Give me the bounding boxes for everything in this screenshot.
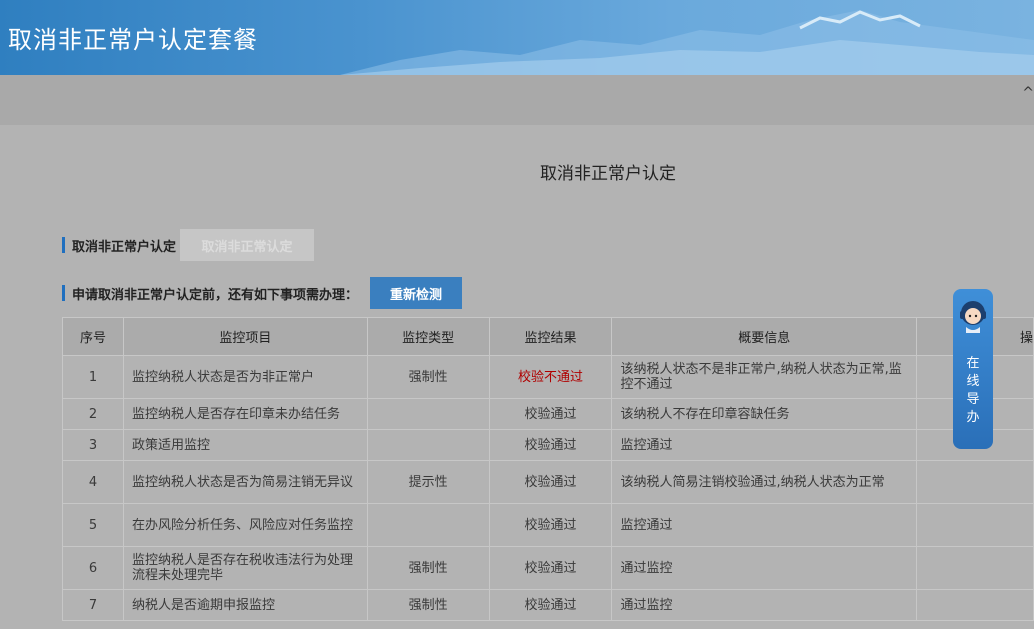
- online-guide-label: 在 线 导 办: [953, 355, 993, 427]
- cell-result: 校验通过: [488, 546, 613, 590]
- table-row: 6 监控纳税人是否存在税收违法行为处理流程未处理完毕 强制性 校验通过 通过监控: [62, 546, 1034, 590]
- cell-item: 在办风险分析任务、风险应对任务监控: [122, 503, 368, 547]
- col-info: 概要信息: [611, 317, 918, 356]
- cancel-abnormal-button[interactable]: 取消非正常认定: [180, 229, 315, 261]
- cell-info: 通过监控: [611, 546, 918, 590]
- great-wall-banner-icon: [340, 10, 1034, 75]
- cell-no: 1: [62, 355, 124, 399]
- cell-info: 该纳税人状态不是非正常户,纳税人状态为正常,监控不通过: [611, 355, 918, 399]
- customer-service-avatar-icon: [960, 301, 986, 333]
- cell-action: [916, 589, 1034, 621]
- cell-type: [366, 429, 490, 461]
- cell-item: 监控纳税人状态是否为非正常户: [122, 355, 368, 399]
- cell-result: 校验通过: [488, 589, 613, 621]
- cell-result: 校验通过: [488, 503, 613, 547]
- col-type: 监控类型: [366, 317, 490, 356]
- cell-info: 监控通过: [611, 429, 918, 461]
- cell-result: 校验不通过: [488, 355, 613, 399]
- collapse-caret-icon[interactable]: ^: [1022, 85, 1034, 101]
- cancel-label: 取消非正常户认定: [72, 239, 177, 255]
- table-row: 4 监控纳税人状态是否为简易注销无异议 提示性 校验通过 该纳税人简易注销校验通…: [62, 460, 1034, 504]
- cell-info: 通过监控: [611, 589, 918, 621]
- cell-info: 该纳税人不存在印章容缺任务: [611, 398, 918, 430]
- cell-action: [916, 460, 1034, 504]
- cell-result: 校验通过: [488, 460, 613, 504]
- check-row: 申请取消非正常户认定前，还有如下事项需办理： 重新检测: [62, 277, 463, 309]
- cell-no: 3: [62, 429, 124, 461]
- guide-char: 导: [966, 392, 980, 407]
- cell-item: 政策适用监控: [122, 429, 368, 461]
- cell-result: 校验通过: [488, 398, 613, 430]
- table-row: 1 监控纳税人状态是否为非正常户 强制性 校验不通过 该纳税人状态不是非正常户,…: [62, 355, 1034, 399]
- col-item: 监控项目: [122, 317, 368, 356]
- cell-item: 监控纳税人状态是否为简易注销无异议: [122, 460, 368, 504]
- guide-char: 办: [966, 410, 980, 425]
- cell-no: 5: [62, 503, 124, 547]
- cell-info: 监控通过: [611, 503, 918, 547]
- page-header: 取消非正常户认定套餐: [0, 0, 1034, 75]
- recheck-button[interactable]: 重新检测: [370, 277, 463, 309]
- cell-action: [916, 546, 1034, 590]
- section-title: 取消非正常户认定: [540, 164, 676, 184]
- monitor-table: 序号 监控项目 监控类型 监控结果 概要信息 操 1 监控纳税人状态是否为非正常…: [62, 317, 1034, 621]
- cell-item: 纳税人是否逾期申报监控: [122, 589, 368, 621]
- cell-no: 6: [62, 546, 124, 590]
- cell-type: 强制性: [366, 355, 490, 399]
- cell-action: [916, 503, 1034, 547]
- table-row: 7 纳税人是否逾期申报监控 强制性 校验通过 通过监控: [62, 589, 1034, 621]
- section-marker: [62, 237, 65, 253]
- cell-item: 监控纳税人是否存在印章未办结任务: [122, 398, 368, 430]
- cell-type: [366, 503, 490, 547]
- table-row: 2 监控纳税人是否存在印章未办结任务 校验通过 该纳税人不存在印章容缺任务: [62, 398, 1034, 430]
- check-label: 申请取消非正常户认定前，还有如下事项需办理：: [72, 287, 359, 303]
- cell-type: 强制性: [366, 589, 490, 621]
- cell-type: 强制性: [366, 546, 490, 590]
- col-result: 监控结果: [488, 317, 613, 356]
- cancel-row: 取消非正常户认定 取消非正常认定: [62, 229, 315, 261]
- table-row: 3 政策适用监控 校验通过 监控通过: [62, 429, 1034, 461]
- table-header-row: 序号 监控项目 监控类型 监控结果 概要信息 操: [62, 317, 1034, 356]
- cell-result: 校验通过: [488, 429, 613, 461]
- section-marker: [62, 285, 65, 301]
- toolbar-strip: ^: [0, 75, 1034, 125]
- cell-type: 提示性: [366, 460, 490, 504]
- cell-no: 2: [62, 398, 124, 430]
- cell-no: 4: [62, 460, 124, 504]
- cell-no: 7: [62, 589, 124, 621]
- cell-item: 监控纳税人是否存在税收违法行为处理流程未处理完毕: [122, 546, 368, 590]
- col-no: 序号: [62, 317, 124, 356]
- cell-info: 该纳税人简易注销校验通过,纳税人状态为正常: [611, 460, 918, 504]
- guide-char: 线: [966, 374, 980, 389]
- guide-char: 在: [966, 356, 980, 371]
- table-row: 5 在办风险分析任务、风险应对任务监控 校验通过 监控通过: [62, 503, 1034, 547]
- cell-type: [366, 398, 490, 430]
- online-guide-button[interactable]: 在 线 导 办: [953, 289, 993, 449]
- page-title: 取消非正常户认定套餐: [8, 26, 258, 54]
